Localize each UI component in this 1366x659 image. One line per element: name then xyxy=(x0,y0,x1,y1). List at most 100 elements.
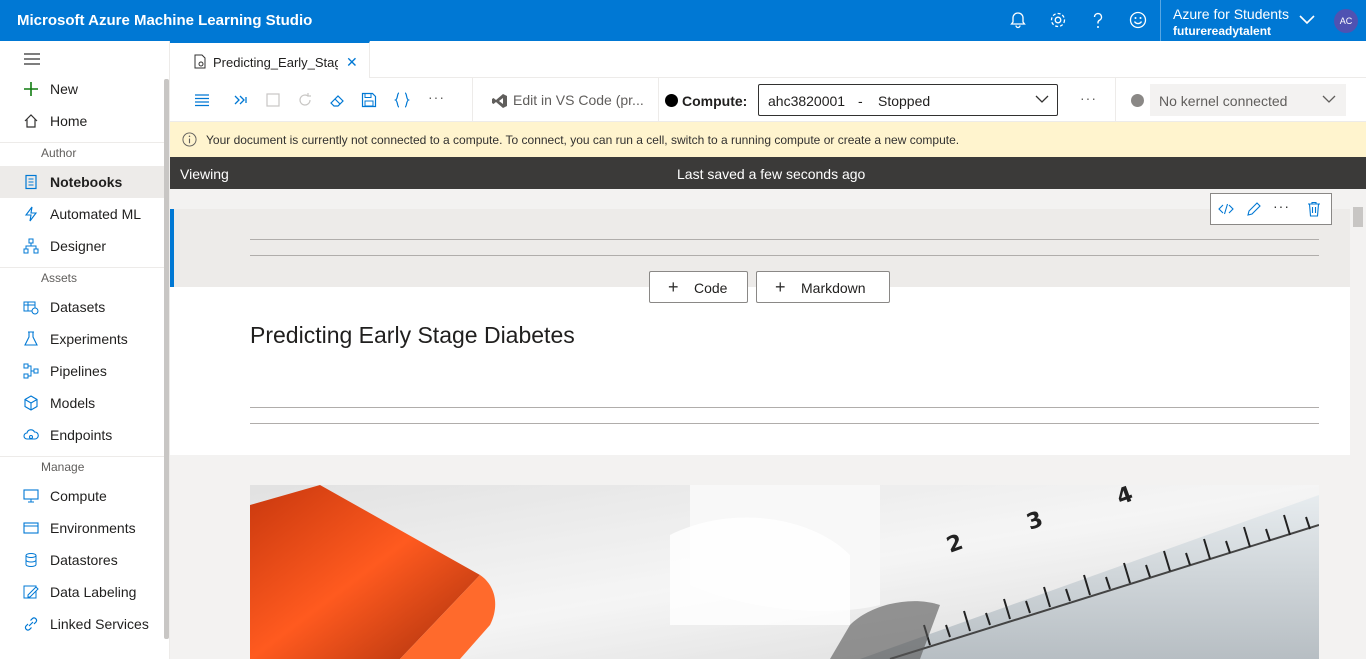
workspace-name: futurereadytalent xyxy=(1173,24,1272,38)
sidebar-item-label: Notebooks xyxy=(50,174,123,190)
sidebar-item-datasets[interactable]: Datasets xyxy=(0,291,164,323)
cell-toolbar: ··· xyxy=(1210,193,1332,225)
sidebar-item-label: Compute xyxy=(50,488,107,504)
notebook-scrollbar[interactable] xyxy=(1350,189,1366,659)
edit-pencil-icon[interactable] xyxy=(1246,201,1262,217)
sidebar-item-notebooks[interactable]: Notebooks xyxy=(0,166,164,198)
add-markdown-cell-button[interactable]: + Markdown xyxy=(756,271,890,303)
subscription-name: Azure for Students xyxy=(1173,6,1289,22)
save-icon[interactable] xyxy=(361,92,377,108)
toggle-code-icon[interactable] xyxy=(1218,201,1234,217)
stop-icon[interactable] xyxy=(265,92,281,108)
sidebar-item-label: Models xyxy=(50,395,96,411)
kernel-label: No kernel connected xyxy=(1159,93,1288,109)
compute-more-icon[interactable]: ··· xyxy=(1080,90,1097,106)
restart-kernel-icon[interactable] xyxy=(297,92,313,108)
delete-trash-icon[interactable] xyxy=(1306,201,1322,217)
sidebar-section-title: Assets xyxy=(41,271,78,285)
pipeline-icon xyxy=(23,363,39,379)
run-all-icon[interactable] xyxy=(233,92,249,108)
monitor-icon xyxy=(23,489,39,503)
kernel-dropdown[interactable]: No kernel connected xyxy=(1150,84,1346,116)
compute-status-dot xyxy=(665,94,678,107)
tab-label: Predicting_Early_Stag xyxy=(213,55,338,70)
table-of-contents-icon[interactable] xyxy=(194,92,210,108)
edit-in-vscode-button[interactable]: Edit in VS Code (pr... xyxy=(513,92,644,108)
close-icon[interactable]: ✕ xyxy=(346,54,358,71)
hamburger-menu-icon[interactable] xyxy=(24,52,40,66)
sidebar-item-environments[interactable]: Environments xyxy=(0,512,164,544)
cloud-icon xyxy=(23,429,39,440)
syringe-illustration: 2 3 4 xyxy=(250,485,1319,659)
sidebar-item-linked-services[interactable]: Linked Services xyxy=(0,608,164,640)
avatar[interactable]: AC xyxy=(1334,9,1358,33)
app-title[interactable]: Microsoft Azure Machine Learning Studio xyxy=(17,12,312,29)
link-icon xyxy=(24,617,38,631)
sidebar: New Home Author Notebooks Automated ML D… xyxy=(0,41,170,659)
plus-icon: + xyxy=(668,277,679,297)
compute-dropdown[interactable]: ahc3820001 - Stopped xyxy=(758,84,1058,116)
top-app-bar: Microsoft Azure Machine Learning Studio … xyxy=(0,0,1366,41)
compute-name: ahc3820001 xyxy=(768,93,846,109)
notebook-icon xyxy=(25,174,37,190)
compute-state: Stopped xyxy=(878,93,931,109)
add-code-cell-button[interactable]: + Code xyxy=(649,271,748,303)
sidebar-item-compute[interactable]: Compute xyxy=(0,480,164,512)
account-switcher[interactable]: Azure for Students futurereadytalent xyxy=(1160,0,1315,41)
designer-icon xyxy=(23,238,39,254)
sidebar-item-models[interactable]: Models xyxy=(0,387,164,419)
divider xyxy=(250,239,1319,240)
home-icon xyxy=(24,114,38,128)
labeling-icon xyxy=(23,585,39,599)
divider xyxy=(250,407,1319,408)
settings-gear-icon[interactable] xyxy=(1048,10,1068,30)
sidebar-item-datastores[interactable]: Datastores xyxy=(0,544,164,576)
chevron-down-icon xyxy=(1299,15,1315,25)
sidebar-item-label: Experiments xyxy=(50,331,128,347)
sidebar-section-title: Author xyxy=(41,146,77,160)
sidebar-item-new[interactable]: New xyxy=(0,73,164,105)
vscode-icon xyxy=(492,94,507,108)
sidebar-item-experiments[interactable]: Experiments xyxy=(0,323,164,355)
sidebar-item-label: New xyxy=(50,81,79,97)
sidebar-item-automated-ml[interactable]: Automated ML xyxy=(0,198,164,230)
feedback-smiley-icon[interactable] xyxy=(1128,10,1148,30)
variable-explorer-braces-icon[interactable] xyxy=(394,92,410,108)
sidebar-item-pipelines[interactable]: Pipelines xyxy=(0,355,164,387)
button-label: Markdown xyxy=(801,280,866,296)
sidebar-item-label: Home xyxy=(50,113,88,129)
sidebar-item-home[interactable]: Home xyxy=(0,105,164,137)
automl-icon xyxy=(24,206,38,222)
kernel-status-dot xyxy=(1131,94,1144,107)
sidebar-item-label: Pipelines xyxy=(50,363,107,379)
sidebar-item-designer[interactable]: Designer xyxy=(0,230,164,262)
sidebar-item-data-labeling[interactable]: Data Labeling xyxy=(0,576,164,608)
save-status: Last saved a few seconds ago xyxy=(677,166,866,182)
sidebar-section-title: Manage xyxy=(41,460,85,474)
database-icon xyxy=(25,553,37,568)
tab-notebook[interactable]: Predicting_Early_Stag ✕ xyxy=(170,41,370,78)
notebook-toolbar: ··· Edit in VS Code (pr... Compute: ahc3… xyxy=(170,78,1366,122)
help-icon[interactable] xyxy=(1088,10,1108,30)
sidebar-item-label: Data Labeling xyxy=(50,584,137,600)
sidebar-item-endpoints[interactable]: Endpoints xyxy=(0,419,164,451)
bell-icon[interactable] xyxy=(1008,10,1028,30)
notebook-canvas[interactable]: ··· Predicting Early Stage Diabetes + Co… xyxy=(170,189,1366,659)
environment-icon xyxy=(23,522,39,534)
flask-icon xyxy=(24,331,38,346)
sidebar-item-label: Linked Services xyxy=(50,616,149,632)
notebook-tab-strip: Predicting_Early_Stag ✕ xyxy=(170,41,1366,78)
clear-outputs-eraser-icon[interactable] xyxy=(329,92,345,108)
syringe-photo: 2 3 4 xyxy=(250,485,1319,659)
more-actions-icon[interactable]: ··· xyxy=(428,89,445,105)
sidebar-scrollbar[interactable] xyxy=(164,79,169,639)
cell-more-icon[interactable]: ··· xyxy=(1273,198,1290,214)
markdown-cell[interactable]: Predicting Early Stage Diabetes xyxy=(170,287,1350,455)
sidebar-item-label: Designer xyxy=(50,238,107,254)
plus-icon: + xyxy=(775,277,786,297)
notebook-status-bar: Viewing Last saved a few seconds ago xyxy=(170,157,1366,189)
sidebar-section-author: Author xyxy=(0,142,164,162)
sidebar-item-label: Automated ML xyxy=(50,206,142,222)
sidebar-item-label: Endpoints xyxy=(50,427,113,443)
button-label: Code xyxy=(694,280,728,296)
